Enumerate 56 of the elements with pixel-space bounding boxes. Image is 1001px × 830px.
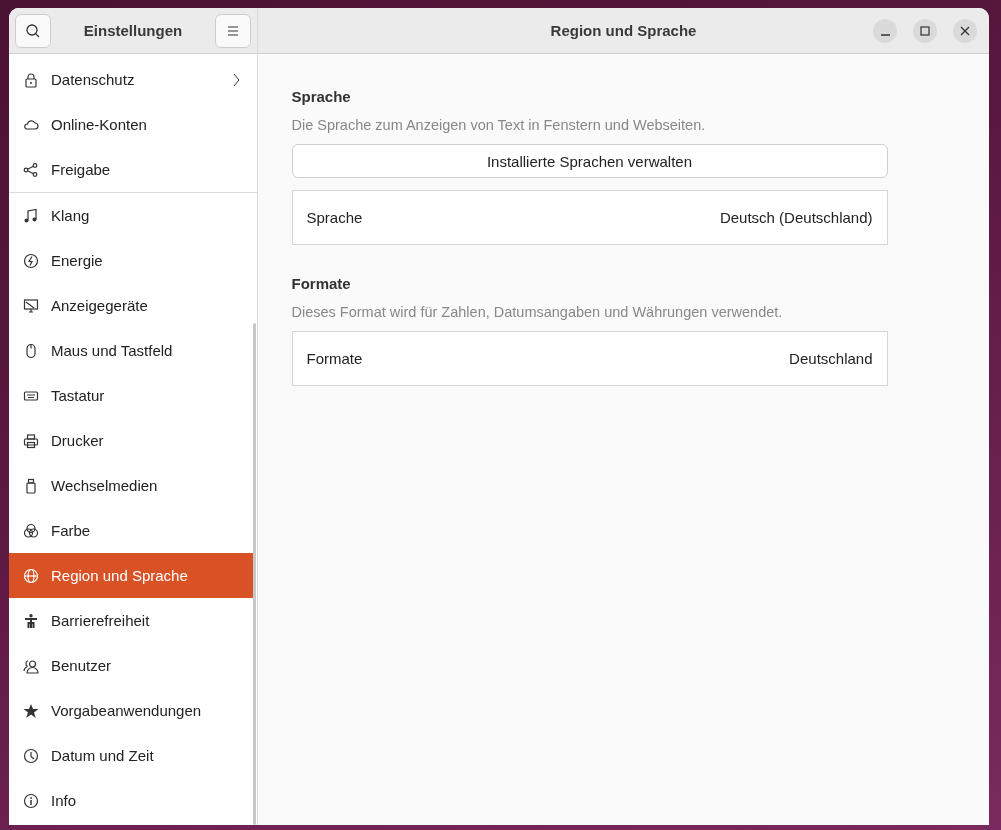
mouse-icon: [23, 342, 39, 359]
sidebar-item[interactable]: Wechselmedien: [9, 463, 256, 508]
settings-row[interactable]: Sprache Deutsch (Deutschland): [291, 190, 888, 245]
window-title: Region und Sprache: [550, 22, 697, 39]
close-icon: [960, 26, 970, 36]
usb-stick-icon: [23, 477, 39, 494]
sidebar-item[interactable]: Datum und Zeit: [9, 733, 256, 778]
menu-icon: [226, 24, 240, 37]
settings-row[interactable]: Formate Deutschland: [291, 331, 888, 386]
sidebar-item[interactable]: Barrierefreiheit: [9, 598, 256, 643]
row-label: Formate: [306, 350, 363, 367]
sidebar-item[interactable]: Datenschutz: [9, 57, 256, 102]
music-note-icon: [23, 207, 39, 224]
section-heading: Sprache: [291, 88, 352, 105]
row-value: Deutsch (Deutschland): [719, 209, 873, 226]
scrollbar[interactable]: [253, 323, 256, 825]
section-heading: Formate: [291, 275, 352, 292]
color-circles-icon: [23, 522, 39, 539]
sidebar-title: Einstellungen: [83, 22, 183, 39]
sidebar-item[interactable]: Info: [9, 778, 256, 823]
lock-icon: [23, 71, 39, 88]
person-icon: [23, 612, 39, 629]
sidebar-item[interactable]: Freigabe: [9, 147, 256, 192]
printer-icon: [23, 432, 39, 449]
search-button[interactable]: [15, 13, 51, 48]
row-label: Sprache: [306, 209, 363, 226]
menu-button[interactable]: [215, 13, 251, 48]
lightning-icon: [23, 252, 39, 269]
minimize-button[interactable]: [873, 19, 897, 43]
section-description: Dieses Format wird für Zahlen, Datumsangaben und Währungen verwendet.: [291, 304, 784, 320]
star-icon: [23, 702, 39, 719]
minimize-icon: [880, 33, 890, 36]
sidebar-item[interactable]: Drucker: [9, 418, 256, 463]
share-icon: [23, 161, 39, 178]
sidebar-item[interactable]: Vorgabeanwendungen: [9, 688, 256, 733]
sidebar-item[interactable]: Maus und Tastfeld: [9, 328, 256, 373]
close-button[interactable]: [953, 19, 977, 43]
sidebar-item[interactable]: Online-Konten: [9, 102, 256, 147]
monitor-icon: [23, 297, 39, 314]
row-value: Deutschland: [789, 350, 873, 367]
sidebar-item[interactable]: Region und Sprache: [9, 553, 256, 598]
maximize-button[interactable]: [913, 19, 937, 43]
users-icon: [23, 657, 39, 674]
sidebar-item[interactable]: Anzeigegeräte: [9, 283, 256, 328]
manage-languages-button[interactable]: Installierte Sprachen verwalten: [291, 144, 888, 178]
sidebar-item[interactable]: Klang: [9, 193, 256, 238]
section-description: Die Sprache zum Anzeigen von Text in Fenstern und Webseiten.: [291, 117, 707, 133]
info-icon: [23, 792, 39, 809]
globe-icon: [23, 567, 39, 584]
sidebar-item[interactable]: Farbe: [9, 508, 256, 553]
clock-icon: [23, 747, 39, 764]
search-icon: [25, 22, 41, 39]
maximize-icon: [920, 26, 930, 36]
sidebar-item[interactable]: Benutzer: [9, 643, 256, 688]
sidebar-item[interactable]: Tastatur: [9, 373, 256, 418]
sidebar-item[interactable]: Energie: [9, 238, 256, 283]
